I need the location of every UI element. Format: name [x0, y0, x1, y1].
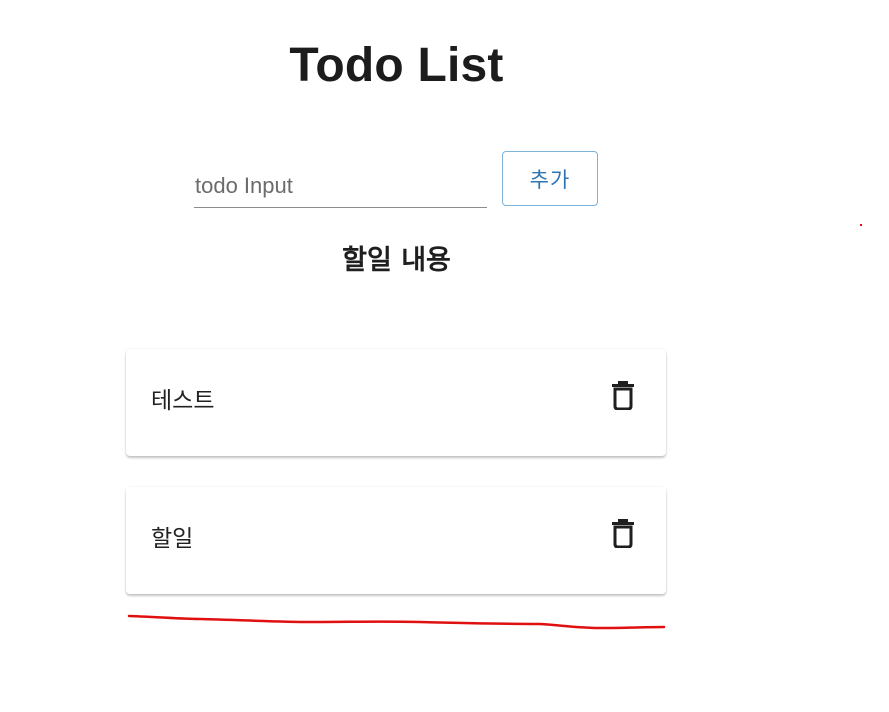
red-underline-annotation: [127, 614, 666, 630]
